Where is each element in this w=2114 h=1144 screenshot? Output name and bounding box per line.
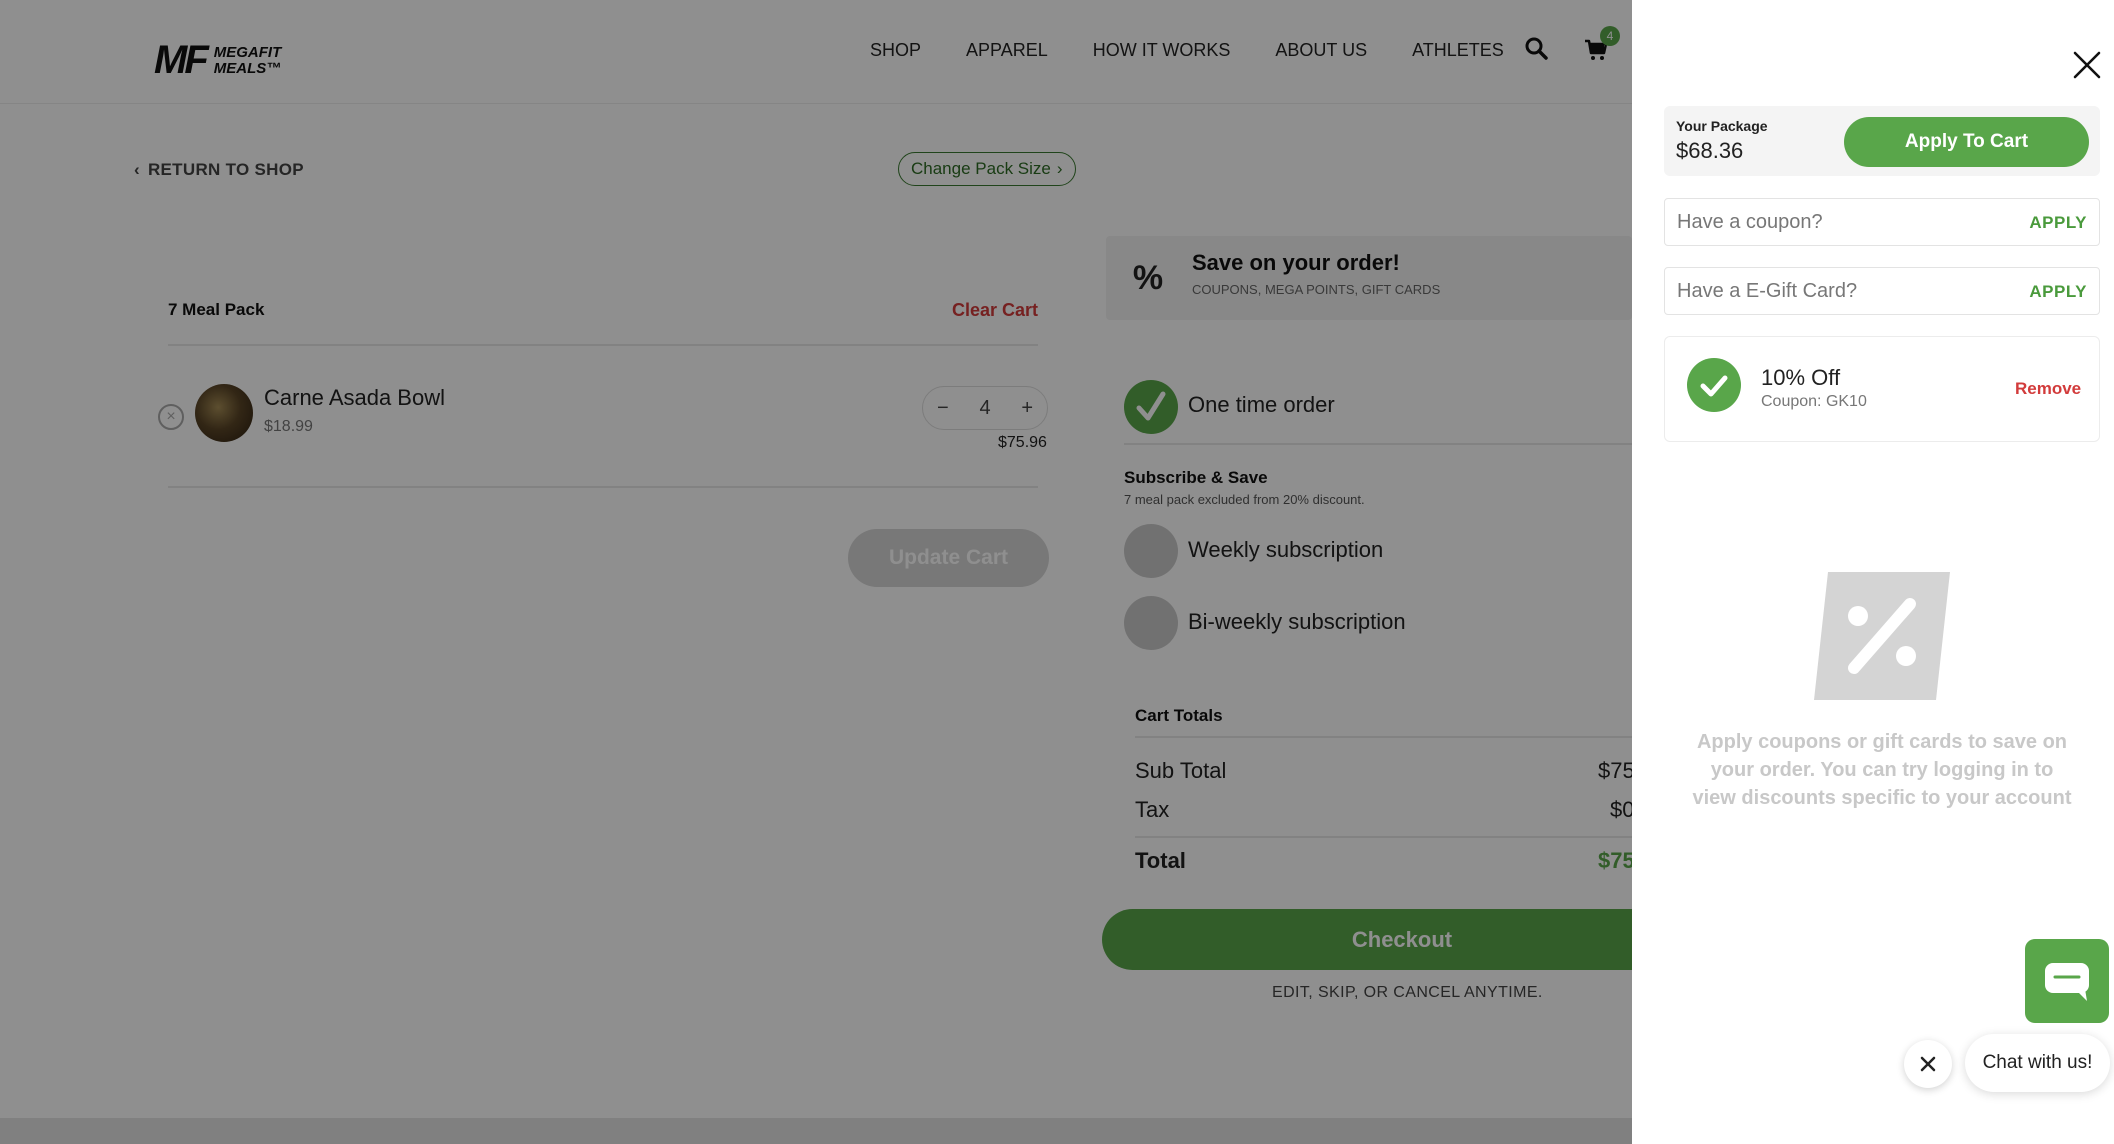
chat-close-button[interactable] <box>1904 1040 1952 1088</box>
close-icon[interactable] <box>2072 50 2102 80</box>
gift-card-input[interactable] <box>1665 268 2005 314</box>
remove-coupon-button[interactable]: Remove <box>2015 379 2081 399</box>
coupon-apply-button[interactable]: APPLY <box>2029 213 2087 233</box>
coupon-title: 10% Off <box>1761 365 1841 390</box>
gift-card-apply-button[interactable]: APPLY <box>2029 282 2087 302</box>
package-price: $68.36 <box>1676 138 1744 163</box>
gift-card-field: APPLY <box>1664 267 2100 315</box>
chat-prompt-bubble[interactable]: Chat with us! <box>1965 1034 2110 1092</box>
applied-coupon-card: 10% Off Coupon: GK10 Remove <box>1664 336 2100 442</box>
close-icon <box>1920 1056 1936 1072</box>
coupon-field: APPLY <box>1664 198 2100 246</box>
coupon-input[interactable] <box>1665 199 2005 245</box>
chat-icon <box>2045 963 2089 1001</box>
discount-tag-icon <box>1814 572 1950 700</box>
modal-overlay[interactable] <box>0 0 1632 1144</box>
coupon-code: Coupon: GK10 <box>1761 393 1867 410</box>
promo-message: Apply coupons or gift cards to save on y… <box>1692 731 2072 809</box>
apply-to-cart-button[interactable]: Apply To Cart <box>1844 117 2089 167</box>
check-circle-icon <box>1687 358 1741 412</box>
chat-launcher-button[interactable] <box>2025 939 2109 1023</box>
package-label: Your Package <box>1676 118 1768 134</box>
